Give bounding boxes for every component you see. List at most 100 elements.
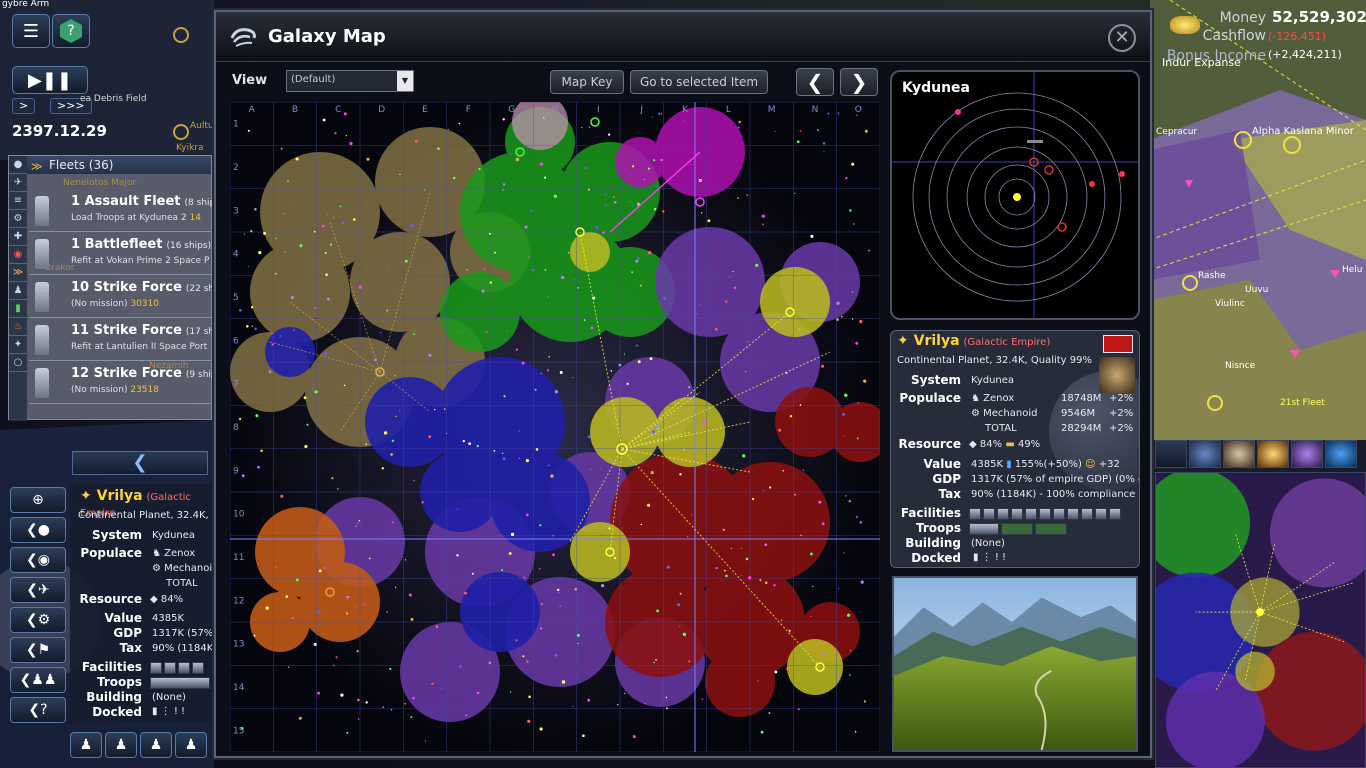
fleet-tab-ring-icon[interactable]: ○ [9,354,27,372]
docked-ships[interactable]: ▮ ⋮ ! ! [152,706,185,717]
gear-icon: ❮⚙ [25,612,51,628]
help-button[interactable]: ? [52,14,90,48]
fleets-header[interactable]: ≫ Fleets (36) [9,156,211,174]
fleet-row[interactable]: 1 Battlefleet (16 ships) Refit at Vokan P… [29,233,213,275]
fleet-tab-tool-icon[interactable]: ✚ [9,228,27,246]
race-portrait-icon[interactable] [1099,357,1135,393]
star-dot [343,112,347,116]
star-dot [295,578,299,582]
next-button[interactable]: ❯ [840,68,878,96]
fleet-tab-flag-icon[interactable]: ▮ [9,300,27,318]
mechanoid-icon: ⚙ [152,563,161,574]
bottom-troop-button-2[interactable]: ♟ [105,732,137,758]
tab-troops-icon[interactable] [1155,440,1187,468]
fleet-tab-troop-icon[interactable]: ♟ [9,282,27,300]
fleet-row[interactable]: 12 Strike Force (9 ships) (No mission) 23… [29,362,225,404]
star-dot [381,467,384,470]
facility-icons[interactable] [150,662,204,674]
grid-col-label: M [768,105,776,115]
window-title-bar[interactable]: Galaxy Map ✕ [216,12,1150,62]
planet-button[interactable]: ❮● [10,517,66,543]
troop-icons[interactable] [969,523,1067,535]
troops-button[interactable]: ❮♟♟ [10,667,66,693]
galaxy-map-window: Galaxy Map ✕ View (Default) ▼ Map Key Go… [214,10,1152,758]
docked-ships[interactable]: ▮ ⋮ ! ! [973,552,1006,563]
eye-button[interactable]: ❮◉ [10,547,66,573]
star-dot [636,202,641,206]
fleet-tab-star-icon[interactable]: ✦ [9,336,27,354]
flag-button[interactable]: ❮⚑ [10,637,66,663]
star-dot [364,603,366,606]
bottom-troop-button-4[interactable]: ♟ [175,732,207,758]
star-dot [268,370,272,374]
grid-row-label: 5 [233,293,239,303]
star-dot [847,613,851,617]
facility-icons[interactable] [969,508,1121,520]
star-dot [762,223,764,226]
star-dot [845,177,848,180]
tab-star-icon[interactable] [1257,440,1289,468]
fleet-tab-fire-icon[interactable]: ♨ [9,318,27,336]
star-dot [859,319,863,324]
galaxy-map-canvas[interactable]: A B C D E F G H I J K L M N O123456789101112131415 [230,102,880,752]
star-dot [843,552,845,554]
crosshair-button[interactable]: ⊕ [10,487,66,513]
close-button[interactable]: ✕ [1108,24,1136,52]
star-dot [764,581,768,584]
tax-value: 90% (1184K) - 100% compliance [971,489,1136,500]
star-dot [644,703,646,705]
speed-down-button[interactable]: > [12,98,36,114]
fleet-tab-target-icon[interactable]: ◉ [9,246,27,264]
star-dot [647,503,651,507]
star-dot [700,421,703,423]
empire-flag-icon[interactable] [1103,335,1133,353]
view-dropdown[interactable]: (Default) ▼ [286,70,414,92]
fleet-tab-list-icon[interactable]: ≡ [9,192,27,210]
star-dot [356,303,358,304]
troop-icons[interactable] [150,677,210,689]
grid-row-label: 14 [233,683,245,693]
star-dot [567,252,570,254]
previous-button[interactable]: ❮ [796,68,834,96]
tax-value: 90% (1184K) [152,643,218,654]
fleet-ship-icon [35,368,49,398]
star-dot [335,656,338,659]
star-dot [660,113,663,115]
goto-selected-button[interactable]: Go to selected Item [630,70,768,94]
fleet-tab-planet-icon[interactable]: ● [9,156,27,174]
fleet-tab-ship-icon[interactable]: ✈ [9,174,27,192]
star-dot [356,522,359,525]
star-dot [759,579,762,582]
star-dot [860,580,864,584]
grid-row-label: 4 [233,250,239,260]
gear-button[interactable]: ❮⚙ [10,607,66,633]
map-key-button[interactable]: Map Key [550,70,624,94]
tab-planet-icon[interactable] [1189,440,1221,468]
star-dot [740,547,743,549]
system-view-panel[interactable]: Kydunea [890,70,1140,320]
bottom-troop-button-3[interactable]: ♟ [140,732,172,758]
fleet-tab-rank-icon[interactable]: ≫ [9,264,27,282]
tab-earth-icon[interactable] [1325,440,1357,468]
fleet-tab-gear-icon[interactable]: ⚙ [9,210,27,228]
star-dot [489,281,492,284]
fleet-row[interactable]: 10 Strike Force (22 ships) (No mission) 3… [29,276,231,318]
mini-map[interactable] [1155,472,1366,768]
play-pause-button[interactable]: ▶❚❚ [12,66,88,94]
fleet-row[interactable]: 1 Assault Fleet (8 ships) Load Troops at … [29,190,223,232]
star-dot [324,252,327,254]
star-dot [682,632,687,637]
collapse-panel-button[interactable]: ❮ [72,451,208,475]
ship-button[interactable]: ❮✈ [10,577,66,603]
tab-nebula-icon[interactable] [1291,440,1323,468]
fleet-row[interactable]: 11 Strike Force (17 ships) Refit at Lantu… [29,319,231,361]
bottom-troop-button-1[interactable]: ♟ [70,732,102,758]
star-dot [287,180,289,182]
star-dot [540,372,542,374]
star-dot [868,249,870,252]
star-dot [304,444,308,449]
tab-galaxy-icon[interactable] [1223,440,1255,468]
star-dot [284,251,286,253]
help-query-button[interactable]: ❮? [10,697,66,723]
menu-button[interactable]: ☰ [12,14,50,48]
